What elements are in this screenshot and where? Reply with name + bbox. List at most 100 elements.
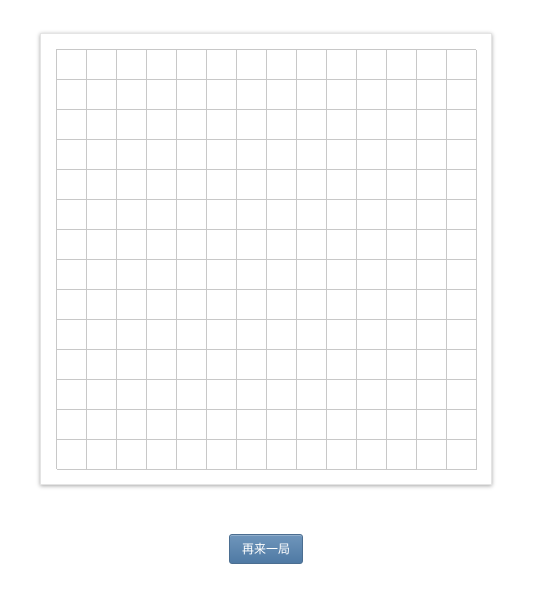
- board-cell[interactable]: [117, 260, 147, 290]
- board-cell[interactable]: [357, 80, 387, 110]
- board-cell[interactable]: [177, 350, 207, 380]
- board-cell[interactable]: [87, 320, 117, 350]
- board-cell[interactable]: [387, 410, 417, 440]
- board-cell[interactable]: [177, 200, 207, 230]
- board-cell[interactable]: [297, 50, 327, 80]
- board-cell[interactable]: [327, 350, 357, 380]
- board-cell[interactable]: [387, 440, 417, 470]
- board-cell[interactable]: [417, 200, 447, 230]
- board-cell[interactable]: [387, 320, 417, 350]
- board-cell[interactable]: [147, 200, 177, 230]
- board-cell[interactable]: [57, 230, 87, 260]
- board-cell[interactable]: [297, 320, 327, 350]
- board-cell[interactable]: [447, 380, 477, 410]
- board-cell[interactable]: [177, 290, 207, 320]
- board-cell[interactable]: [147, 290, 177, 320]
- board-cell[interactable]: [147, 140, 177, 170]
- board-cell[interactable]: [87, 110, 117, 140]
- board-cell[interactable]: [357, 110, 387, 140]
- restart-button[interactable]: 再来一局: [229, 534, 303, 564]
- board-cell[interactable]: [297, 200, 327, 230]
- board-cell[interactable]: [117, 110, 147, 140]
- board-cell[interactable]: [357, 440, 387, 470]
- board-cell[interactable]: [207, 380, 237, 410]
- board-cell[interactable]: [357, 140, 387, 170]
- board-cell[interactable]: [147, 350, 177, 380]
- board-cell[interactable]: [447, 200, 477, 230]
- board-cell[interactable]: [327, 260, 357, 290]
- board-cell[interactable]: [297, 140, 327, 170]
- board-cell[interactable]: [387, 110, 417, 140]
- board-cell[interactable]: [357, 380, 387, 410]
- board-cell[interactable]: [177, 110, 207, 140]
- board-cell[interactable]: [57, 410, 87, 440]
- board-cell[interactable]: [87, 50, 117, 80]
- board-cell[interactable]: [117, 290, 147, 320]
- board-cell[interactable]: [237, 110, 267, 140]
- board-cell[interactable]: [357, 260, 387, 290]
- board-cell[interactable]: [387, 140, 417, 170]
- board-cell[interactable]: [447, 320, 477, 350]
- board-cell[interactable]: [387, 290, 417, 320]
- board-cell[interactable]: [207, 230, 237, 260]
- board-cell[interactable]: [57, 140, 87, 170]
- board-cell[interactable]: [327, 410, 357, 440]
- board-cell[interactable]: [327, 170, 357, 200]
- board-cell[interactable]: [267, 200, 297, 230]
- board-cell[interactable]: [357, 320, 387, 350]
- board-cell[interactable]: [57, 290, 87, 320]
- board-cell[interactable]: [357, 290, 387, 320]
- board-cell[interactable]: [417, 380, 447, 410]
- board-cell[interactable]: [57, 350, 87, 380]
- board-cell[interactable]: [357, 50, 387, 80]
- board-cell[interactable]: [117, 200, 147, 230]
- board-cell[interactable]: [387, 50, 417, 80]
- board-cell[interactable]: [297, 410, 327, 440]
- board-cell[interactable]: [417, 260, 447, 290]
- board-cell[interactable]: [147, 50, 177, 80]
- board-cell[interactable]: [177, 50, 207, 80]
- board-cell[interactable]: [117, 140, 147, 170]
- board-cell[interactable]: [297, 230, 327, 260]
- board-cell[interactable]: [447, 290, 477, 320]
- board-cell[interactable]: [357, 410, 387, 440]
- board-cell[interactable]: [417, 350, 447, 380]
- board-cell[interactable]: [57, 80, 87, 110]
- board-cell[interactable]: [57, 380, 87, 410]
- board-cell[interactable]: [267, 290, 297, 320]
- board-cell[interactable]: [327, 200, 357, 230]
- board-cell[interactable]: [177, 410, 207, 440]
- board-cell[interactable]: [327, 440, 357, 470]
- board-cell[interactable]: [417, 410, 447, 440]
- board-cell[interactable]: [57, 110, 87, 140]
- board-cell[interactable]: [447, 80, 477, 110]
- board-cell[interactable]: [267, 380, 297, 410]
- board-cell[interactable]: [87, 350, 117, 380]
- board-cell[interactable]: [177, 80, 207, 110]
- board-cell[interactable]: [237, 350, 267, 380]
- board-cell[interactable]: [417, 140, 447, 170]
- board-cell[interactable]: [387, 230, 417, 260]
- board-cell[interactable]: [87, 410, 117, 440]
- board-cell[interactable]: [207, 110, 237, 140]
- board-cell[interactable]: [147, 80, 177, 110]
- board-cell[interactable]: [417, 80, 447, 110]
- board-cell[interactable]: [117, 320, 147, 350]
- board-cell[interactable]: [387, 170, 417, 200]
- board-cell[interactable]: [147, 440, 177, 470]
- board-cell[interactable]: [447, 50, 477, 80]
- board-cell[interactable]: [237, 440, 267, 470]
- board-cell[interactable]: [117, 230, 147, 260]
- board-cell[interactable]: [207, 200, 237, 230]
- board-cell[interactable]: [207, 320, 237, 350]
- board-cell[interactable]: [207, 260, 237, 290]
- board-cell[interactable]: [207, 140, 237, 170]
- board-cell[interactable]: [447, 410, 477, 440]
- board-cell[interactable]: [207, 410, 237, 440]
- board-cell[interactable]: [267, 320, 297, 350]
- board-cell[interactable]: [447, 110, 477, 140]
- board-cell[interactable]: [207, 350, 237, 380]
- board-cell[interactable]: [117, 410, 147, 440]
- board-cell[interactable]: [87, 170, 117, 200]
- board-cell[interactable]: [117, 80, 147, 110]
